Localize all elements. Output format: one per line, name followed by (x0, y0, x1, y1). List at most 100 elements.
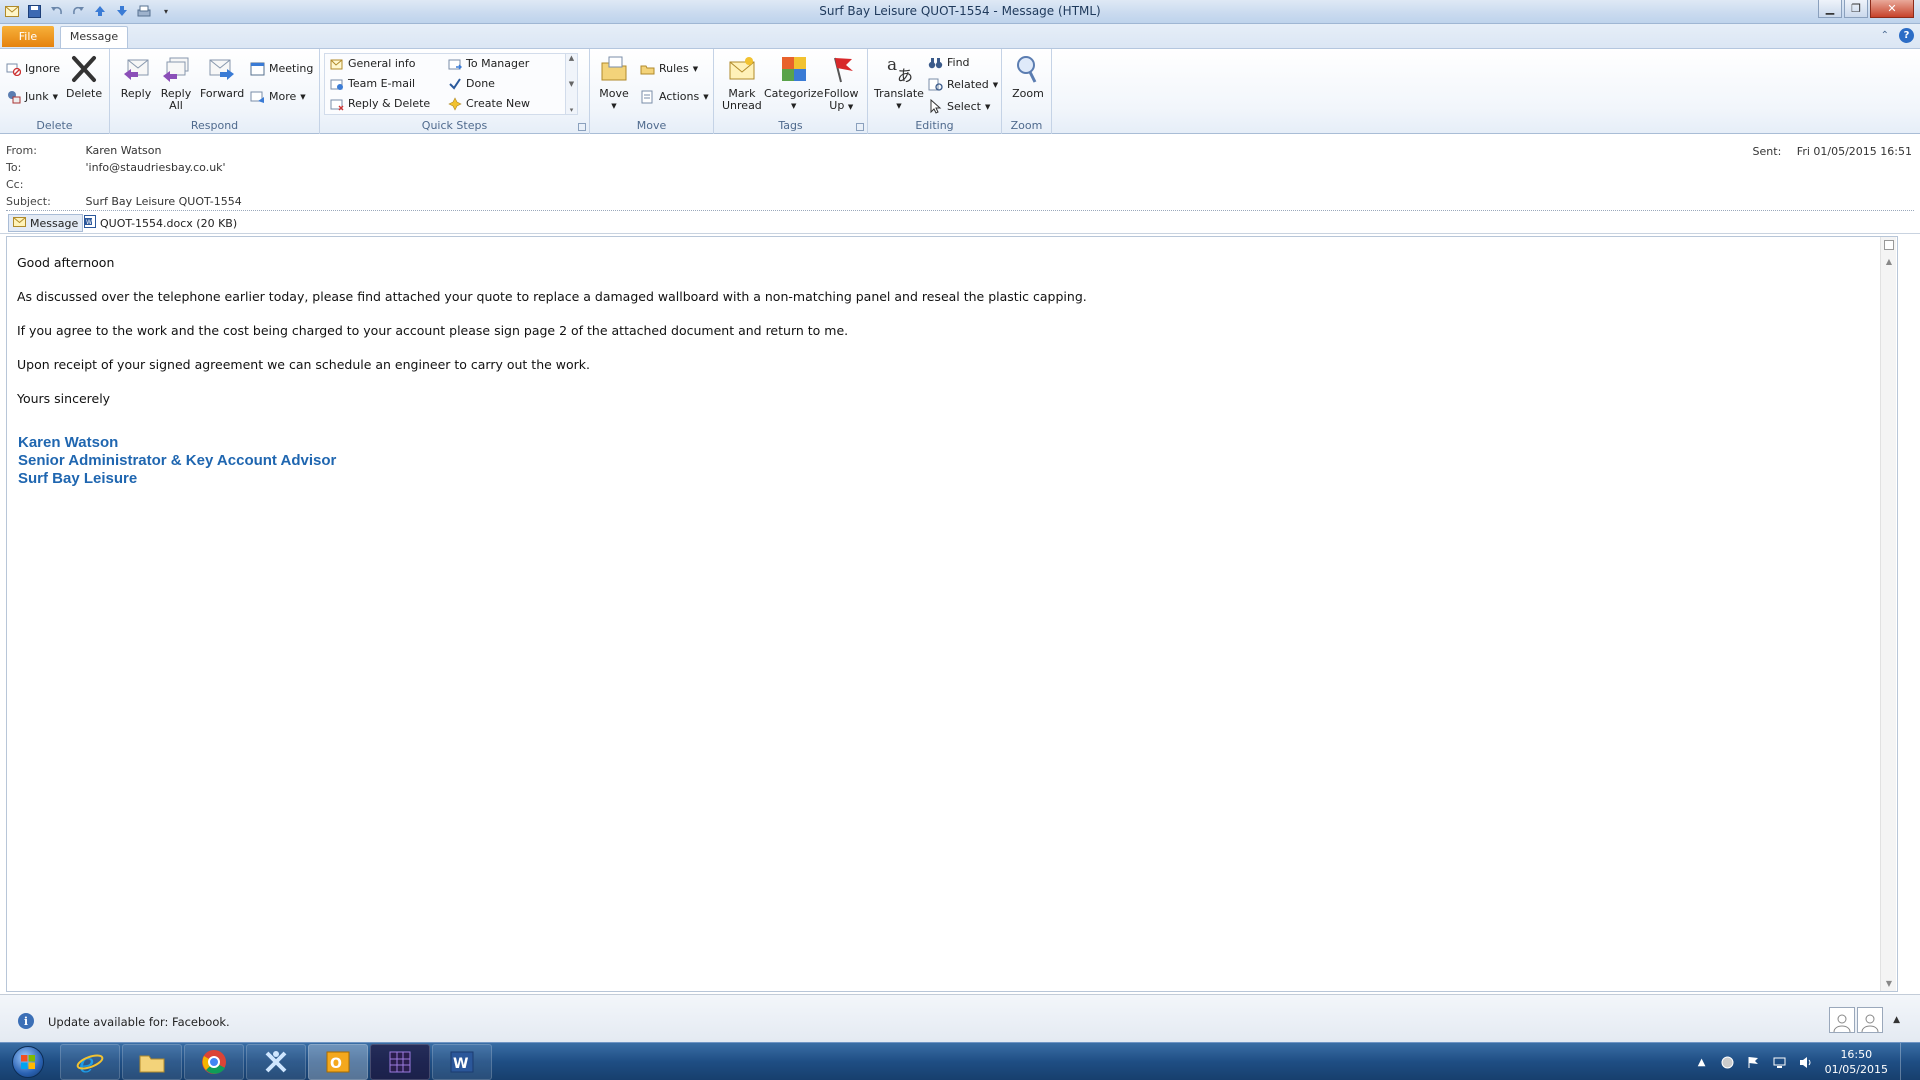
scroll-options-icon[interactable] (1881, 237, 1897, 253)
reply-all-label-line2: All (169, 99, 183, 112)
actions-icon (640, 89, 655, 104)
from-value[interactable]: Karen Watson (86, 144, 162, 157)
signature: Karen Watson Senior Administrator & Key … (18, 434, 336, 488)
select-dropdown-icon: ▼ (984, 102, 991, 111)
tab-message[interactable]: Message (60, 26, 128, 48)
categorize-button[interactable]: Categorize ▼ (764, 53, 823, 112)
file-explorer-icon[interactable] (122, 1044, 182, 1080)
body-scrollbar[interactable]: ▲ ▼ (1880, 237, 1896, 991)
delete-icon (68, 53, 100, 85)
ribbon-group-tags: Mark Unread Categorize ▼ Follow Up ▼ Tag… (714, 49, 868, 134)
person-icon[interactable] (1857, 1007, 1884, 1033)
person-icon[interactable] (1829, 1007, 1856, 1033)
minimize-ribbon-icon[interactable]: ⌃ (1881, 30, 1889, 41)
translate-label: Translate (874, 87, 924, 100)
meeting-button[interactable]: Meeting (250, 61, 313, 76)
message-header: From: Karen Watson To: 'info@staudriesba… (0, 135, 1920, 211)
message-body[interactable]: Good afternoon As discussed over the tel… (6, 236, 1898, 992)
show-desktop-button[interactable] (1900, 1043, 1910, 1080)
closing: Yours sincerely (17, 391, 111, 406)
more-icon (250, 89, 265, 104)
quick-step-create-new[interactable]: Create New (447, 96, 530, 111)
svg-text:e: e (79, 1049, 94, 1076)
junk-icon (6, 89, 21, 104)
rules-icon (640, 61, 655, 76)
rules-button[interactable]: Rules ▼ (640, 61, 698, 76)
windows-logo-icon (12, 1046, 44, 1078)
reply-all-button[interactable]: Reply All (160, 53, 192, 112)
volume-icon[interactable] (1799, 1055, 1813, 1069)
move-label: Move (599, 87, 629, 100)
action-center-flag-icon[interactable] (1747, 1055, 1761, 1069)
outlook-message-window: ▾ Surf Bay Leisure QUOT-1554 - Message (… (0, 0, 1920, 1080)
select-label: Select (947, 100, 981, 113)
scroll-down-icon[interactable]: ▼ (1881, 975, 1897, 991)
to-value[interactable]: 'info@staudriesbay.co.uk' (86, 161, 226, 174)
expand-people-pane-icon[interactable]: ▲ (1893, 1015, 1900, 1025)
expand-gallery-icon[interactable]: ▾ (570, 106, 574, 114)
tab-file[interactable]: File (2, 26, 54, 47)
zoom-button[interactable]: Zoom (1012, 53, 1044, 100)
update-notification[interactable]: Update available for: Facebook. (48, 1015, 230, 1029)
svg-text:O: O (330, 1056, 342, 1072)
mark-unread-button[interactable]: Mark Unread (722, 53, 762, 112)
actions-button[interactable]: Actions ▼ (640, 89, 709, 104)
junk-button[interactable]: Junk ▼ (6, 89, 58, 104)
related-button[interactable]: Related ▼ (928, 77, 998, 92)
chrome-icon[interactable] (184, 1044, 244, 1080)
clock-date: 01/05/2015 (1824, 1063, 1888, 1076)
group-label-respond: Respond (190, 119, 239, 132)
attachment-item[interactable]: W QUOT-1554.docx (20 KB) (80, 214, 241, 232)
show-hidden-icons-icon[interactable]: ▲ (1695, 1055, 1709, 1069)
quick-step-done[interactable]: Done (447, 76, 495, 91)
network-globe-icon[interactable] (1721, 1055, 1735, 1069)
translate-button[interactable]: aあ Translate ▼ (874, 53, 924, 112)
start-button[interactable] (4, 1044, 52, 1080)
ribbon: Ignore Junk ▼ Delete Delete Reply Reply … (0, 48, 1920, 134)
move-button[interactable]: Move ▼ (598, 53, 630, 112)
delete-button[interactable]: Delete (66, 53, 102, 100)
more-dropdown-icon: ▼ (300, 92, 306, 101)
internet-explorer-icon[interactable]: e (60, 1044, 120, 1080)
follow-up-button[interactable]: Follow Up ▼ (824, 53, 859, 113)
restore-button[interactable]: ❐ (1844, 0, 1868, 18)
quick-step-general-info[interactable]: General info (329, 56, 415, 71)
to-label: To: (6, 161, 22, 174)
close-button[interactable]: ✕ (1870, 0, 1914, 18)
more-label: More (269, 90, 297, 103)
reply-button[interactable]: Reply (120, 53, 152, 100)
word-icon[interactable]: W (432, 1044, 492, 1080)
scroll-up-icon[interactable]: ▲ (1881, 253, 1897, 269)
magnifier-icon (1012, 53, 1044, 85)
find-button[interactable]: Find (928, 55, 970, 70)
sent-value: Fri 01/05/2015 16:51 (1796, 145, 1912, 158)
ignore-button[interactable]: Ignore (6, 61, 60, 76)
minimize-button[interactable]: ▁ (1818, 0, 1842, 18)
more-button[interactable]: More ▼ (250, 89, 306, 104)
subject-value: Surf Bay Leisure QUOT-1554 (85, 195, 242, 208)
taskbar-apps: e O W (60, 1044, 492, 1080)
people-pane-bar: i Update available for: Facebook. ▲ (0, 994, 1920, 1042)
signature-name: Karen Watson (18, 434, 119, 451)
calendar-app-icon[interactable] (370, 1044, 430, 1080)
network-icon[interactable] (1773, 1055, 1787, 1069)
svg-text:あ: あ (897, 66, 913, 84)
quick-steps-scroll[interactable]: ▲ ▼ ▾ (565, 54, 577, 114)
actions-dropdown-icon: ▼ (703, 92, 709, 101)
outlook-icon[interactable]: O (308, 1044, 368, 1080)
follow-up-label-line2: Up ▼ (829, 99, 854, 112)
quick-step-to-manager[interactable]: To Manager (447, 56, 529, 71)
mark-unread-icon (726, 53, 758, 85)
message-tab[interactable]: Message (8, 214, 84, 232)
cc-row: Cc: (6, 178, 82, 191)
scroll-down-icon[interactable]: ▼ (569, 80, 574, 88)
checkmark-icon (447, 76, 462, 91)
quick-step-team-email[interactable]: Team E-mail (329, 76, 415, 91)
forward-button[interactable]: Forward (200, 53, 244, 100)
help-icon[interactable]: ? (1899, 28, 1914, 43)
quick-step-reply-delete[interactable]: Reply & Delete (329, 96, 430, 111)
app-x-icon[interactable] (246, 1044, 306, 1080)
select-button[interactable]: Select ▼ (928, 99, 990, 114)
scroll-up-icon[interactable]: ▲ (569, 54, 574, 62)
taskbar-clock[interactable]: 16:50 01/05/2015 (1825, 1047, 1888, 1077)
